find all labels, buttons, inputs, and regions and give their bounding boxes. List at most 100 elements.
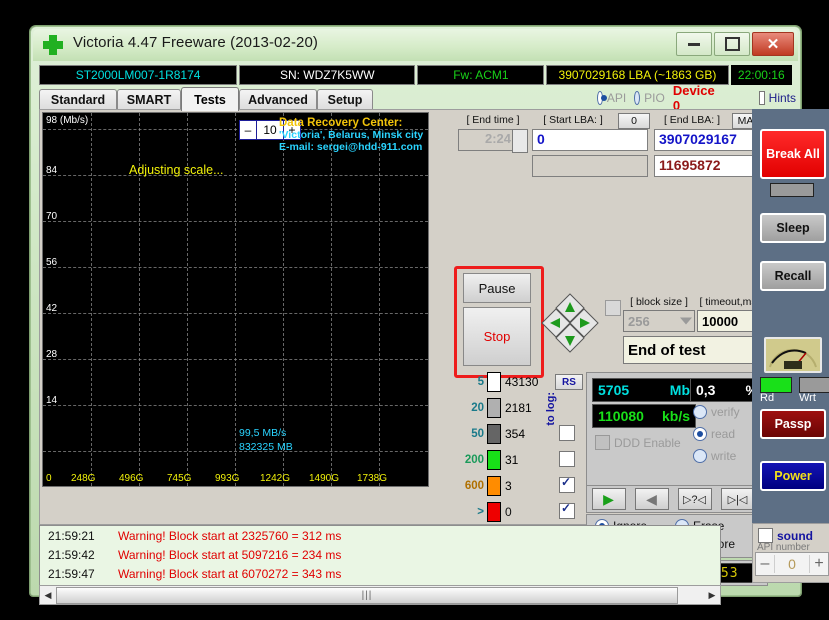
api-number-stepper[interactable]: – 0 + — [755, 552, 829, 576]
end-of-test-combo[interactable]: End of test — [623, 336, 771, 364]
navigation-dpad[interactable] — [540, 292, 600, 354]
window-controls: ✕ — [676, 32, 794, 56]
log-message: Warning! Block start at 2325760 = 312 ms — [118, 529, 341, 543]
scroll-left-arrow-icon[interactable]: ◀ — [40, 587, 56, 603]
legend-count: 31 — [505, 453, 518, 467]
ddd-enable-checkbox — [595, 435, 610, 450]
sound-row[interactable]: sound — [758, 528, 813, 543]
log-horizontal-scrollbar[interactable]: ◀ ||| ▶ — [39, 585, 721, 605]
api-minus-button[interactable]: – — [756, 555, 775, 573]
speed-graph[interactable]: 98 (Mb/s) 84 70 56 42 28 14 0 248G 496G … — [42, 112, 429, 487]
processed-mb-value: 5705 — [598, 382, 629, 398]
tab-advanced[interactable]: Advanced — [239, 89, 317, 110]
start-lba-field[interactable]: 0 — [532, 129, 648, 151]
scrollbar-thumb[interactable]: ||| — [56, 587, 678, 604]
hints-label: Hints — [769, 91, 796, 105]
log-row: 21:59:21 Warning! Block start at 2325760… — [40, 526, 720, 545]
event-log[interactable]: 21:59:21 Warning! Block start at 2325760… — [39, 525, 721, 587]
tab-smart[interactable]: SMART — [117, 89, 181, 110]
action-sidebar: Break All Sleep Recall Rd Wrt Passp Powe… — [752, 109, 829, 523]
drive-info-bar: ST2000LM007-1R8174 SN: WDZ7K5WW Fw: ACM1… — [39, 65, 792, 85]
close-button[interactable]: ✕ — [752, 32, 794, 56]
drive-serial: SN: WDZ7K5WW — [239, 65, 415, 85]
zoom-minus-button[interactable]: – — [240, 121, 257, 139]
hints-checkbox[interactable] — [759, 91, 765, 105]
read-label: read — [711, 427, 735, 441]
speed-unit: kb/s — [662, 408, 690, 424]
legend-swatch — [487, 398, 501, 418]
tab-standard[interactable]: Standard — [39, 89, 117, 110]
legend-swatch — [487, 450, 501, 470]
break-all-button[interactable]: Break All — [760, 129, 826, 179]
recall-button[interactable]: Recall — [760, 261, 826, 291]
pause-button[interactable]: Pause — [463, 273, 531, 303]
processed-mb-display: 5705 Mb — [592, 378, 696, 402]
legend-row: 200 31 — [458, 450, 518, 470]
end-time-label: [ End time ] — [458, 114, 528, 126]
drc-location: 'Victoria', Belarus, Minsk city — [279, 129, 427, 141]
drive-firmware: Fw: ACM1 — [417, 65, 544, 85]
legend-count: 43130 — [505, 375, 538, 389]
sound-api-panel: sound API number – 0 + — [752, 523, 829, 583]
tab-setup[interactable]: Setup — [317, 89, 373, 110]
legend-count: 3 — [505, 479, 512, 493]
radio-verify[interactable] — [693, 405, 707, 419]
chevron-down-icon — [680, 318, 692, 325]
block-size-value: 256 — [628, 314, 650, 329]
graph-x-label-6: 1490G — [309, 473, 339, 484]
drive-capacity: 3907029168 LBA (~1863 GB) — [546, 65, 728, 85]
stop-button[interactable]: Stop — [463, 307, 531, 366]
graph-x-label-3: 745G — [167, 473, 191, 484]
random-icon: ▷?◁ — [683, 493, 706, 506]
start-forward-button[interactable]: ▶ — [592, 488, 626, 510]
block-size-combo[interactable]: 256 — [623, 310, 695, 332]
graph-x-label-2: 496G — [119, 473, 143, 484]
api-plus-button[interactable]: + — [809, 555, 828, 573]
minimize-button[interactable] — [676, 32, 712, 56]
rd-label: Rd — [760, 392, 774, 404]
log-time: 21:59:42 — [40, 548, 118, 562]
power-button[interactable]: Power — [760, 461, 826, 491]
butterfly-read-button[interactable]: ▷|◁ — [721, 488, 755, 510]
graph-y-label-56: 56 — [46, 257, 57, 268]
write-led — [799, 377, 829, 393]
log-checkbox-over[interactable] — [559, 503, 575, 519]
legend-row: 5 43130 — [458, 372, 538, 392]
end-time-spinner[interactable] — [512, 129, 528, 153]
log-checkbox-50[interactable] — [559, 425, 575, 441]
read-row: read — [693, 427, 735, 441]
victoria-main-window: Victoria 4.47 Freeware (2013-02-20) ✕ ST… — [30, 26, 801, 596]
start-reverse-button[interactable]: ◀ — [635, 488, 669, 510]
legend-count: 2181 — [505, 401, 532, 415]
dpad-side-checkbox[interactable] — [605, 300, 621, 316]
end-lba-field[interactable]: 3907029167 — [654, 129, 764, 151]
sleep-button[interactable]: Sleep — [760, 213, 826, 243]
minimize-icon — [688, 43, 700, 46]
ddd-enable-label: DDD Enable — [614, 436, 681, 450]
radio-read[interactable] — [693, 427, 707, 441]
legend-row: > 0 — [458, 502, 512, 522]
log-message: Warning! Block start at 5097216 = 234 ms — [118, 548, 341, 562]
radio-write[interactable] — [693, 449, 707, 463]
graph-x-label-0: 0 — [46, 473, 52, 484]
log-time: 21:59:21 — [40, 529, 118, 543]
random-read-button[interactable]: ▷?◁ — [678, 488, 712, 510]
graph-x-label-4: 993G — [215, 473, 239, 484]
radio-api[interactable] — [597, 91, 603, 105]
start-lba-zero-button[interactable]: 0 — [618, 113, 650, 129]
log-message: Warning! Block start at 6070272 = 343 ms — [118, 567, 341, 581]
log-checkbox-200[interactable] — [559, 451, 575, 467]
radio-pio[interactable] — [634, 91, 640, 105]
butterfly-icon: ▷|◁ — [728, 493, 748, 506]
maximize-button[interactable] — [714, 32, 750, 56]
sound-checkbox[interactable] — [758, 528, 773, 543]
green-cross-icon — [43, 35, 63, 55]
legend-count: 0 — [505, 505, 512, 519]
scroll-right-arrow-icon[interactable]: ▶ — [704, 587, 720, 603]
log-checkbox-600[interactable] — [559, 477, 575, 493]
tab-tests[interactable]: Tests — [181, 87, 239, 111]
log-row: 21:59:42 Warning! Block start at 5097216… — [40, 545, 720, 564]
passport-button[interactable]: Passp — [760, 409, 826, 439]
legend-threshold: 600 — [458, 480, 484, 492]
legend-swatch — [487, 476, 501, 496]
